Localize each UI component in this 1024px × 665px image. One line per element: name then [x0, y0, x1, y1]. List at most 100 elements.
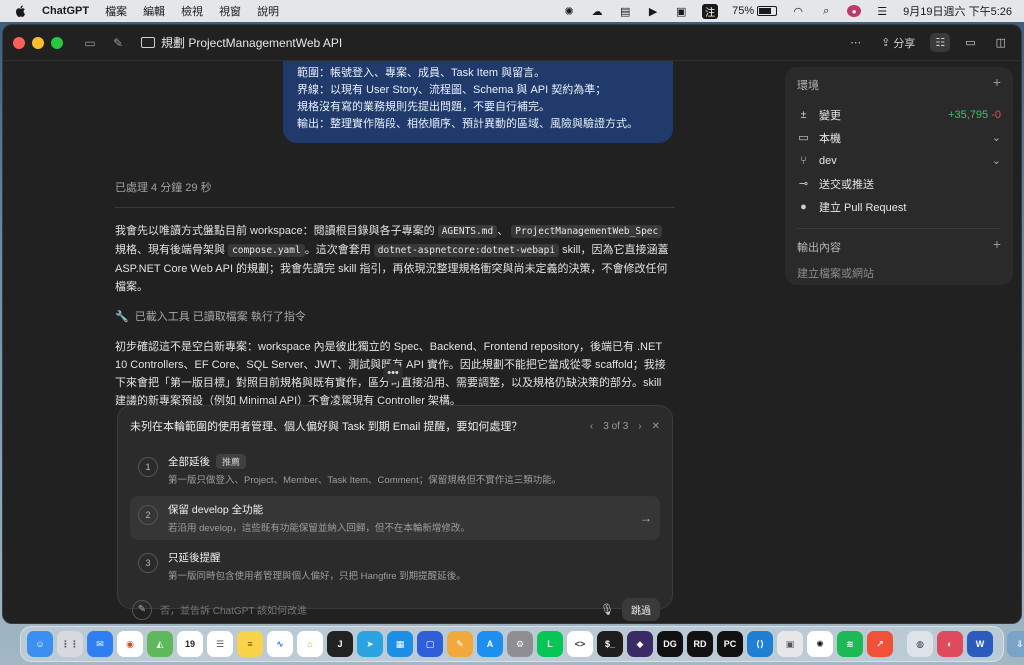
microphone-icon[interactable]: 🎙: [600, 603, 614, 616]
processing-time[interactable]: 已處理 4 分鐘 29 秒: [115, 179, 675, 208]
share-button[interactable]: ⇪ 分享: [876, 32, 920, 54]
terminal-icon[interactable]: $_: [597, 631, 623, 657]
menu-file[interactable]: 檔案: [105, 3, 127, 19]
menu-window[interactable]: 視窗: [219, 3, 241, 19]
telegram-icon[interactable]: ➤: [357, 631, 383, 657]
spotlight-search-icon[interactable]: ⌕: [819, 5, 833, 17]
lines-added: +35,795: [948, 108, 989, 121]
line-icon[interactable]: L: [537, 631, 563, 657]
recommended-badge: 推薦: [216, 454, 247, 469]
option-description: 第一版同時包含使用者管理與個人偏好，只把 Hangfire 到期提醒延後。: [168, 571, 466, 582]
tool-activity[interactable]: 🔧 已載入工具 已讀取檔案 執行了指令: [115, 308, 675, 324]
app-store-icon[interactable]: A: [477, 631, 503, 657]
menu-app-name[interactable]: ChatGPT: [42, 5, 89, 17]
next-question-icon[interactable]: ›: [638, 421, 641, 432]
menu-edit[interactable]: 編輯: [143, 3, 165, 19]
menu-view[interactable]: 檢視: [181, 3, 203, 19]
zoom-window-button[interactable]: [51, 36, 63, 49]
clipboard-icon[interactable]: ▣: [674, 5, 688, 18]
swift-icon[interactable]: ↗: [867, 631, 893, 657]
control-center-icon[interactable]: ☰: [875, 5, 889, 18]
mail-icon[interactable]: ✉: [87, 631, 113, 657]
pencil-app-icon[interactable]: ✎: [447, 631, 473, 657]
question-text: 未列在本輪範圍的使用者管理、個人偏好與 Task 到期 Email 提醒，要如何…: [130, 421, 523, 433]
menu-help[interactable]: 說明: [257, 3, 279, 19]
sidebar-toggle-icon[interactable]: ▭: [79, 32, 101, 54]
chatgpt-icon[interactable]: ✺: [807, 631, 833, 657]
option-title: 保留 develop 全功能: [168, 504, 264, 516]
tool-activity-text: 已載入工具 已讀取檔案 執行了指令: [134, 311, 306, 323]
openai-icon[interactable]: ✺: [562, 5, 576, 18]
keyboard-icon[interactable]: ▤: [618, 5, 632, 18]
chrome-icon[interactable]: ◉: [117, 631, 143, 657]
pull-request-row[interactable]: ● 建立 Pull Request: [797, 195, 1001, 218]
preview-icon[interactable]: ▣: [777, 631, 803, 657]
obsidian-icon[interactable]: ◆: [627, 631, 653, 657]
option-title: 全部延後: [168, 456, 210, 468]
reminders-icon[interactable]: ☰: [207, 631, 233, 657]
launchpad-icon[interactable]: ⋮⋮: [57, 631, 83, 657]
word-icon[interactable]: W: [967, 631, 993, 657]
docker-icon[interactable]: ▦: [387, 631, 413, 657]
downloads-icon[interactable]: ⇩: [1007, 631, 1024, 657]
play-icon[interactable]: ▶: [646, 5, 660, 18]
teams-icon[interactable]: ▢: [417, 631, 443, 657]
chevron-down-icon: ⌄: [991, 132, 1001, 144]
battery-status[interactable]: 75%: [732, 5, 778, 17]
split-view-icon[interactable]: ◫: [991, 33, 1011, 52]
user-avatar-icon[interactable]: ●: [847, 5, 862, 17]
notes-icon[interactable]: ≡: [237, 631, 263, 657]
freeform-icon[interactable]: ∿: [267, 631, 293, 657]
code-editor-icon[interactable]: <>: [567, 631, 593, 657]
battery-percent: 75%: [732, 5, 755, 17]
dock: ☺ ⋮⋮ ✉ ◉ ◭ 19 ☰ ≡ ∿ ⌂ J ➤ ▦ ▢ ✎ A ⚙ L <>…: [20, 626, 1024, 662]
inline-code: compose.yaml: [228, 244, 305, 257]
branch-row[interactable]: ⑂ dev ⌄: [797, 149, 1001, 172]
close-window-button[interactable]: [13, 36, 25, 49]
option-title: 只延後提醒: [168, 552, 221, 564]
wifi-icon[interactable]: ◠: [791, 5, 805, 18]
pycharm-icon[interactable]: PC: [717, 631, 743, 657]
disk-utility-icon[interactable]: ◍: [907, 631, 933, 657]
branch-icon: ⑂: [800, 154, 807, 167]
answer-option[interactable]: 3 只延後提醒 第一版同時包含使用者管理與個人偏好，只把 Hangfire 到期…: [130, 544, 660, 588]
laptop-icon: ▭: [798, 132, 809, 144]
add-output-icon[interactable]: +: [993, 237, 1001, 255]
minimize-window-button[interactable]: [32, 36, 44, 49]
changes-row[interactable]: ± 變更 +35,795 -0: [797, 103, 1001, 126]
more-options-button[interactable]: ⋯: [845, 33, 866, 52]
datagrip-icon[interactable]: DG: [657, 631, 683, 657]
affinity-icon[interactable]: ◐: [937, 631, 963, 657]
jetbrains-icon[interactable]: J: [327, 631, 353, 657]
window-controls: [13, 36, 63, 49]
terminal-panel-icon[interactable]: ▭: [960, 33, 980, 52]
menu-bar: ChatGPT 檔案 編輯 檢視 視窗 說明 ✺ ☁ ▤ ▶ ▣ 注 75% ◠…: [0, 0, 1024, 22]
add-environment-icon[interactable]: +: [993, 75, 1001, 93]
answer-option-selected[interactable]: 2 保留 develop 全功能 若沿用 develop，這些既有功能保留並納入…: [130, 496, 660, 540]
menubar-datetime[interactable]: 9月19日週六 下午5:26: [903, 3, 1012, 19]
commit-row[interactable]: ⊸ 送交或推送: [797, 172, 1001, 195]
maps-icon[interactable]: ◭: [147, 631, 173, 657]
input-method-indicator[interactable]: 注: [702, 3, 719, 19]
calendar-icon[interactable]: 19: [177, 631, 203, 657]
settings-icon[interactable]: ⚙: [507, 631, 533, 657]
new-chat-icon[interactable]: ✎: [107, 32, 129, 54]
checklist-panel-icon[interactable]: ☷: [930, 33, 951, 52]
answer-option[interactable]: 1 全部延後 推薦 第一版只做登入、Project、Member、Task It…: [130, 448, 660, 492]
local-row[interactable]: ▭ 本機 ⌄: [797, 126, 1001, 149]
skip-button[interactable]: 跳過: [622, 598, 660, 621]
close-icon[interactable]: ✕: [652, 421, 660, 432]
apple-icon[interactable]: [14, 4, 28, 18]
environment-panel: 環境 + ± 變更 +35,795 -0 ▭ 本機 ⌄ ⑂ dev ⌄ ⊸ 送交…: [785, 67, 1013, 285]
user-message-line: 規格沒有寫的業務規則先提出問題，不要自行補完。: [297, 101, 550, 113]
rider-icon[interactable]: RD: [687, 631, 713, 657]
finder-icon[interactable]: ☺: [27, 631, 53, 657]
spotify-icon[interactable]: ≋: [837, 631, 863, 657]
previous-question-icon[interactable]: ‹: [590, 421, 593, 432]
text-segment: 。這次會套用: [304, 244, 371, 256]
vscode-icon[interactable]: ⟨⟩: [747, 631, 773, 657]
feedback-input[interactable]: 否，並告訴 ChatGPT 該如何改進: [160, 602, 592, 617]
home-icon[interactable]: ⌂: [297, 631, 323, 657]
cloud-icon[interactable]: ☁: [590, 5, 604, 18]
message-actions-icon[interactable]: •••: [383, 363, 403, 383]
